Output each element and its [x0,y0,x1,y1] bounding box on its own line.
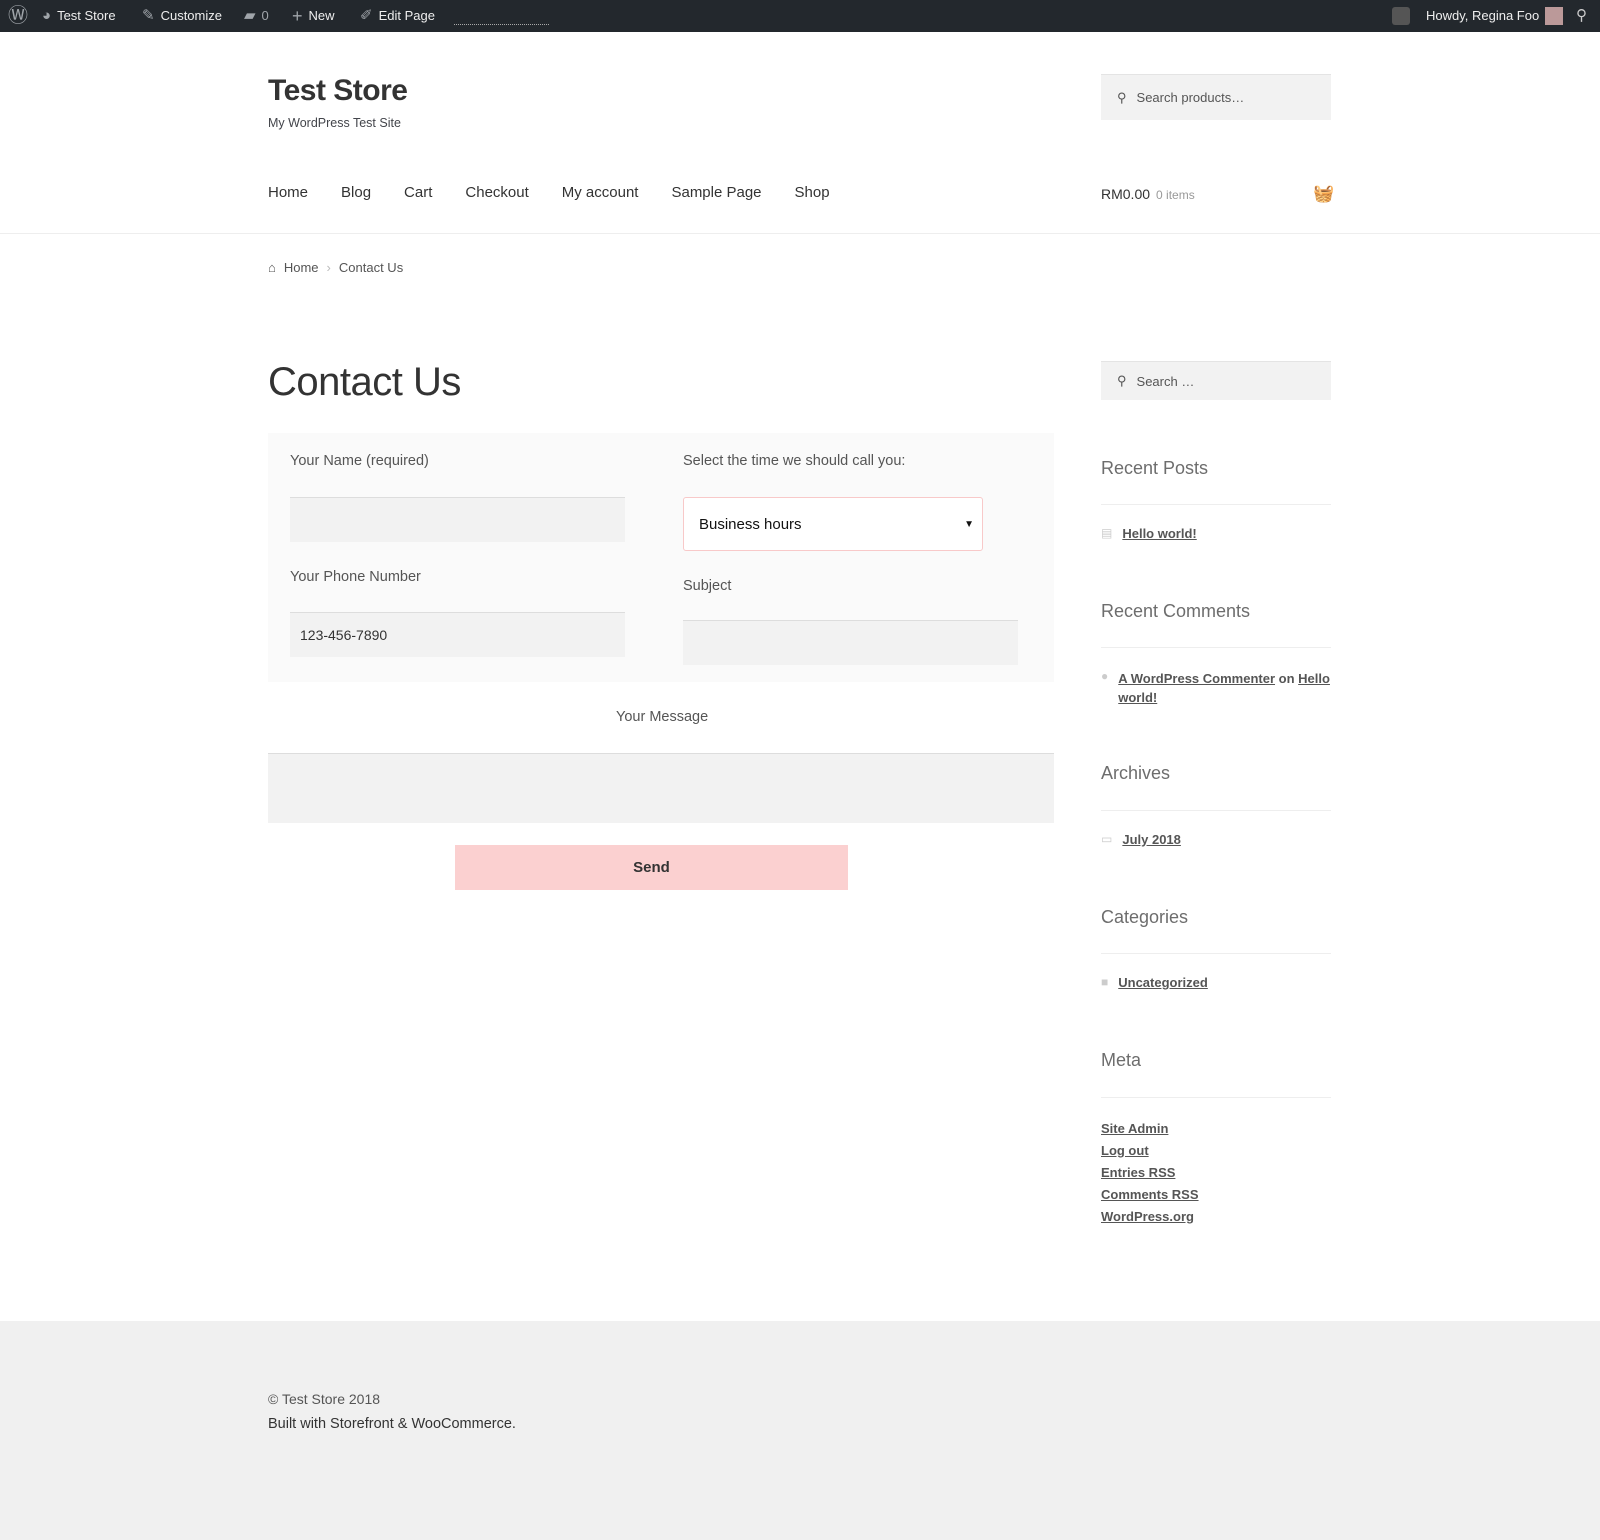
page-title: Contact Us [268,360,461,404]
copyright: © Test Store 2018 [268,1391,381,1407]
send-button[interactable]: Send [455,845,848,890]
customize-link[interactable]: ✎ Customize [142,0,222,32]
divider [1101,647,1331,648]
dropdown-arrow-icon: ▼ [964,518,974,530]
divider [1101,1097,1331,1098]
meta-entries-rss[interactable]: Entries RSS [1101,1164,1199,1182]
notification-icon[interactable] [1392,0,1410,32]
pencil-icon: ✐ [360,7,373,24]
footer: © Test Store 2018 Built with Storefront … [0,1321,1600,1540]
comment-author-link[interactable]: A WordPress Commenter [1118,671,1275,686]
wordpress-logo-icon[interactable]: Ⓦ [8,0,28,32]
built-with-link[interactable]: Built with Storefront & WooCommerce. [268,1416,516,1432]
nav-checkout[interactable]: Checkout [465,184,528,201]
subject-input[interactable] [683,620,1018,665]
post-link[interactable]: Hello world! [1122,526,1196,541]
header-divider [0,233,1600,234]
archives-title: Archives [1101,763,1171,783]
account-menu[interactable]: Howdy, Regina Foo [1426,0,1564,32]
search-icon: ⚲ [1117,373,1127,388]
folder-open-icon: ▭ [1101,832,1113,846]
category-link[interactable]: Uncategorized [1118,975,1208,990]
product-search-input[interactable]: ⚲ Search products… [1101,74,1331,120]
meta-title: Meta [1101,1050,1142,1070]
admin-site-link[interactable]: ◕ Test Store [42,0,116,32]
breadcrumb-current: Contact Us [338,260,404,275]
brush-icon: ✎ [142,7,155,24]
name-label: Your Name (required) [290,453,429,469]
recent-comments-title: Recent Comments [1101,601,1251,621]
sidebar-search-input[interactable]: ⚲ Search … [1101,361,1331,400]
nav-home[interactable]: Home [268,184,308,201]
document-icon: ▤ [1101,526,1113,540]
meta-site-admin[interactable]: Site Admin [1101,1120,1199,1138]
basket-icon[interactable]: 🧺 [1313,184,1334,204]
site-title[interactable]: Test Store [268,74,408,108]
meta-log-out[interactable]: Log out [1101,1142,1199,1160]
archive-link[interactable]: July 2018 [1122,832,1181,847]
nav-cart[interactable]: Cart [404,184,432,201]
subject-label: Subject [683,578,732,594]
comments-link[interactable]: ▰ 0 [244,0,269,32]
call-time-label: Select the time we should call you: [683,453,906,469]
site-tagline: My WordPress Test Site [268,116,401,130]
categories-title: Categories [1101,907,1189,927]
message-textarea[interactable] [268,753,1054,823]
breadcrumb: ⌂ Home › Contact Us [268,260,404,275]
admin-bar: Ⓦ ◕ Test Store ✎ Customize ▰ 0 + New ✐ Edit P… [0,0,1600,32]
breadcrumb-home[interactable]: Home [284,260,319,275]
folder-icon: ■ [1101,975,1109,989]
nav-sample-page[interactable]: Sample Page [671,184,761,201]
divider [1101,504,1331,505]
main-nav: Home Blog Cart Checkout My account Sampl… [268,184,863,201]
avatar [1545,7,1564,25]
header-cart[interactable]: RM0.00 0 items [1101,186,1195,202]
dotted-placeholder [454,24,549,25]
new-link[interactable]: + New [292,0,335,32]
divider [1101,810,1331,811]
dashboard-icon: ◕ [42,7,52,24]
name-input[interactable] [290,497,625,542]
search-icon: ⚲ [1117,89,1127,105]
plus-icon: + [292,6,303,26]
comment-icon: ▰ [244,7,256,24]
nav-shop[interactable]: Shop [795,184,830,201]
call-time-select[interactable]: Business hours ▼ [683,497,983,551]
meta-wordpress-org[interactable]: WordPress.org [1101,1208,1199,1226]
edit-page-link[interactable]: ✐ Edit Page [360,0,435,32]
recent-posts-title: Recent Posts [1101,458,1209,478]
phone-input[interactable]: 123-456-7890 [290,612,625,657]
home-icon: ⌂ [268,260,276,275]
message-label: Your Message [616,709,709,725]
divider [1101,953,1331,954]
nav-blog[interactable]: Blog [341,184,371,201]
nav-my-account[interactable]: My account [562,184,639,201]
meta-comments-rss[interactable]: Comments RSS [1101,1186,1199,1204]
phone-label: Your Phone Number [290,569,421,585]
admin-search-icon[interactable]: ⚲ [1576,0,1587,32]
comment-icon: ● [1101,669,1109,683]
